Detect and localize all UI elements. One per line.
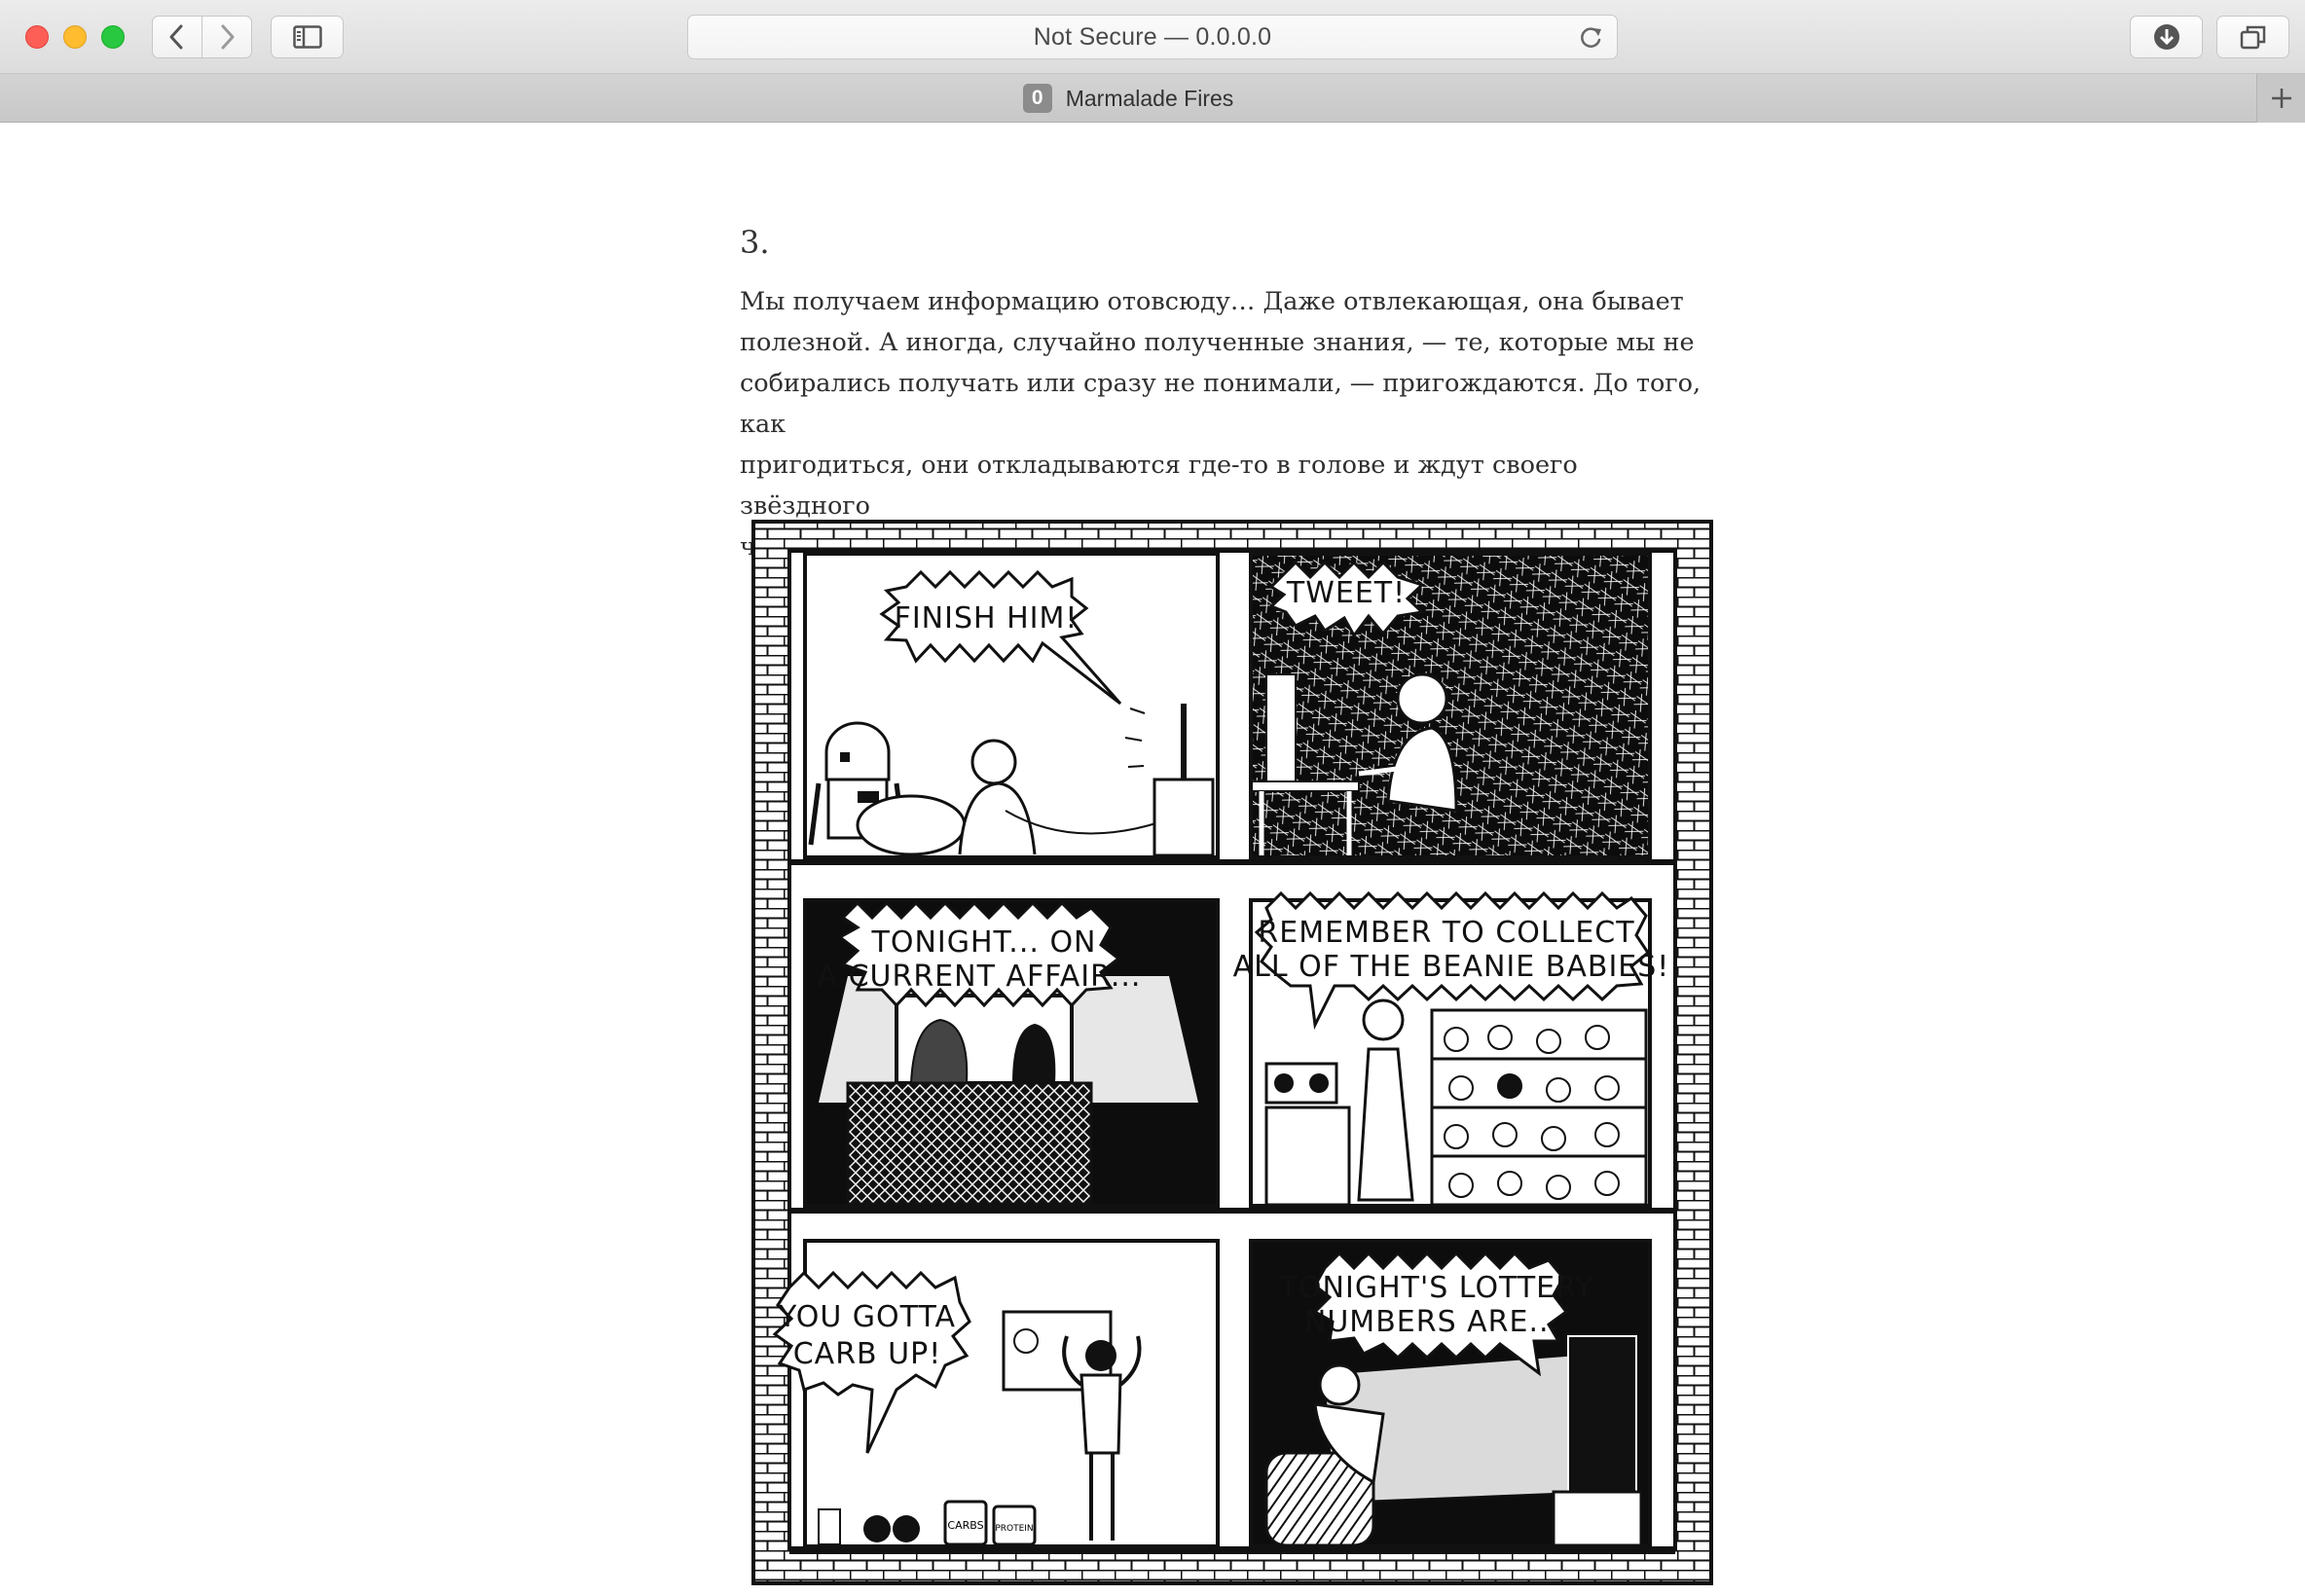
minimize-window-button[interactable]: [63, 25, 87, 49]
comic-panel-gaming: FINISH HIM!: [803, 552, 1220, 859]
tab-bar: 0 Marmalade Fires: [0, 74, 2305, 123]
address-bar[interactable]: Not Secure — 0.0.0.0: [687, 15, 1618, 59]
comic-panel-tv: TONIGHT... ON A CURRENT AFFAIR...: [803, 898, 1220, 1208]
tab-favicon: 0: [1022, 84, 1052, 113]
speech-text-beanie-2: ALL OF THE BEANIE BABIES!: [1233, 950, 1670, 984]
speech-text-finish-him: FINISH HIM!: [895, 601, 1079, 635]
plus-icon: [2271, 89, 2291, 108]
speech-text-carb-up-2: CARB UP!: [793, 1337, 942, 1371]
sidebar-icon: [292, 25, 322, 49]
speech-text-tweet: TWEET!: [1286, 576, 1406, 610]
comic-illustration: FINISH HIM! TWEET! TONIGHT... ON A CURRE…: [751, 520, 1713, 1585]
download-icon: [2153, 24, 2179, 50]
chevron-left-icon: [169, 24, 183, 50]
back-button[interactable]: [152, 16, 202, 58]
comic-panel-tweet: TWEET!: [1249, 552, 1652, 859]
comic-panel-gym: YOU GOTTA CARB UP! CARBS PROTEIN: [772, 1239, 1220, 1548]
speech-text-lottery-2: NUMBERS ARE...: [1304, 1305, 1559, 1339]
tab-active[interactable]: 0 Marmalade Fires: [0, 74, 2256, 123]
downloads-button[interactable]: [2130, 16, 2203, 58]
toy-shelves: [1430, 1008, 1648, 1207]
sidebar-button[interactable]: [271, 16, 344, 58]
forward-button[interactable]: [201, 16, 252, 58]
boombox: [1264, 1062, 1351, 1207]
comic-panel-beanie: REMEMBER TO COLLECT ALL OF THE BEANIE BA…: [1233, 890, 1670, 1208]
address-text: Not Secure — 0.0.0.0: [1033, 22, 1272, 51]
new-tab-button[interactable]: [2256, 74, 2305, 123]
tab-title: Marmalade Fires: [1065, 85, 1234, 111]
speech-text-current-affair-1: TONIGHT... ON: [871, 925, 1097, 960]
jar-label-protein: PROTEIN: [995, 1524, 1033, 1534]
comic-panel-lottery: TONIGHT'S LOTTERY NUMBERS ARE...: [1249, 1239, 1652, 1548]
jar-label-carbs: CARBS: [947, 1519, 983, 1532]
chevron-right-icon: [221, 24, 235, 50]
reload-icon[interactable]: [1578, 25, 1603, 51]
speech-text-beanie-1: REMEMBER TO COLLECT: [1258, 916, 1634, 950]
tab-overview-icon: [2240, 25, 2265, 50]
couch: [846, 1081, 1093, 1206]
speech-text-carb-up-1: YOU GOTTA: [778, 1300, 956, 1334]
speech-text-current-affair-2: A CURRENT AFFAIR...: [818, 960, 1142, 994]
lottery-tv: [1567, 1335, 1637, 1503]
zoom-window-button[interactable]: [101, 25, 125, 49]
close-window-button[interactable]: [25, 25, 49, 49]
section-heading: 3.: [740, 224, 770, 261]
speech-text-lottery-1: TONIGHT'S LOTTERY: [1279, 1271, 1594, 1305]
browser-toolbar: Not Secure — 0.0.0.0: [0, 0, 2305, 74]
tab-overview-button[interactable]: [2216, 16, 2289, 58]
